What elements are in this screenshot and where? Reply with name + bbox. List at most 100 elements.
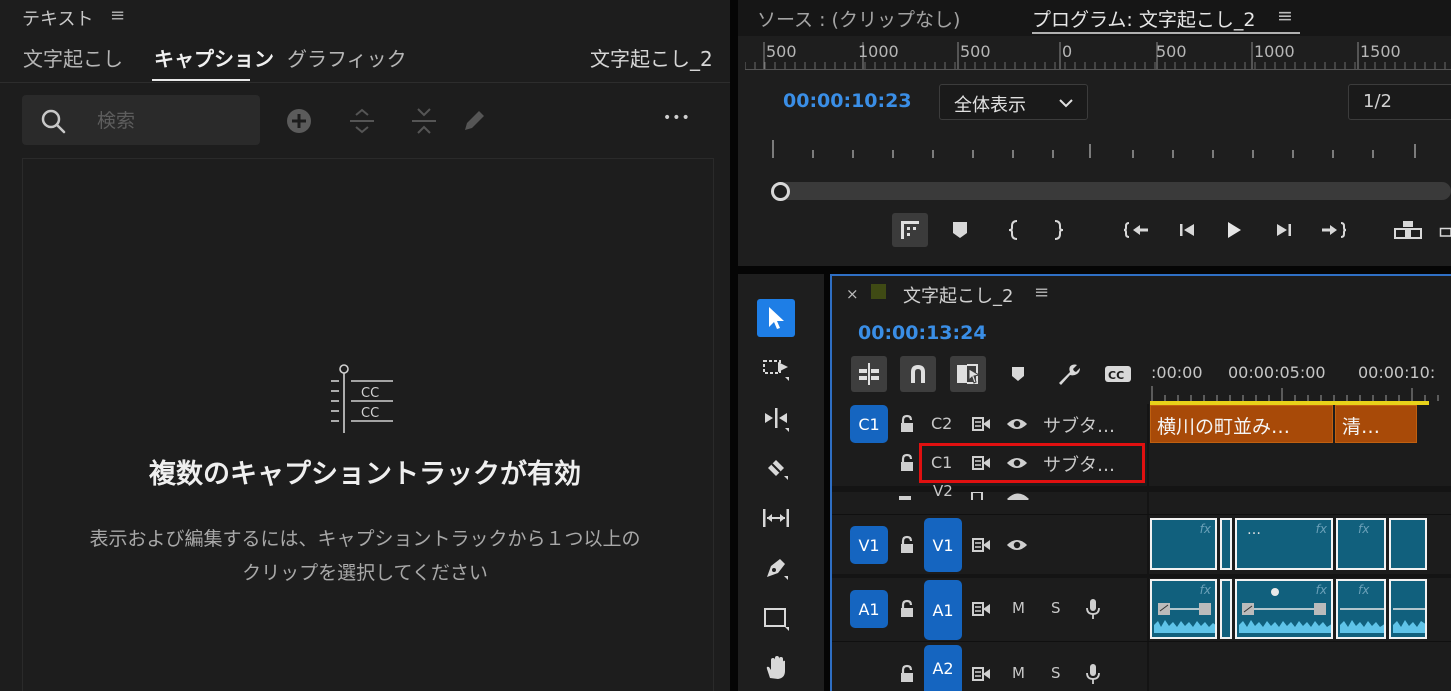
- zoom-level-select[interactable]: 全体表示: [939, 84, 1088, 120]
- mute-button[interactable]: M: [1012, 599, 1025, 617]
- eye-icon[interactable]: [1006, 492, 1030, 500]
- video-clip[interactable]: [1220, 518, 1232, 570]
- track-target-v1-button[interactable]: V1: [924, 518, 962, 572]
- playhead-handle[interactable]: [771, 182, 790, 201]
- audio-clip[interactable]: [1220, 579, 1232, 639]
- safe-margins-button[interactable]: [892, 213, 928, 247]
- sync-lock-icon[interactable]: [970, 492, 990, 500]
- step-forward-icon[interactable]: [1266, 213, 1302, 247]
- sync-lock-icon[interactable]: [970, 534, 992, 556]
- ruler-label: 1500: [1360, 42, 1401, 61]
- panel-divider-vertical[interactable]: [730, 0, 738, 691]
- monitor-scrub-bar[interactable]: [775, 182, 1451, 200]
- eye-icon[interactable]: [1006, 413, 1028, 435]
- tab-graphics[interactable]: グラフィック: [287, 43, 407, 72]
- solo-button[interactable]: S: [1051, 599, 1061, 617]
- sequence-tab-name[interactable]: 文字起こし_2: [903, 282, 1013, 308]
- video-clip[interactable]: [1389, 518, 1427, 570]
- timeline-ruler-ticks[interactable]: [1150, 386, 1451, 402]
- panel-divider-horizontal[interactable]: [738, 266, 1451, 274]
- add-marker-icon[interactable]: [942, 213, 978, 247]
- tab-transcript[interactable]: 文字起こし: [23, 43, 123, 72]
- track-label-v2: V2: [933, 482, 953, 496]
- overwrite-icon[interactable]: [1436, 213, 1451, 247]
- video-clip[interactable]: … fx: [1235, 518, 1333, 570]
- insert-icon[interactable]: [1390, 213, 1426, 247]
- pen-tool-icon[interactable]: [757, 549, 795, 587]
- merge-captions-icon[interactable]: [409, 104, 439, 138]
- mute-button[interactable]: M: [1012, 664, 1025, 682]
- caption-clip[interactable]: 清…: [1335, 405, 1417, 443]
- lock-icon[interactable]: [896, 663, 918, 685]
- tab-source[interactable]: ソース : (クリップなし): [757, 5, 960, 32]
- lock-icon[interactable]: [896, 413, 918, 435]
- monitor-menu-icon[interactable]: ≡: [1277, 5, 1293, 27]
- slip-tool-icon[interactable]: [757, 499, 795, 537]
- eye-icon[interactable]: [1006, 534, 1028, 556]
- search-input[interactable]: 検索: [22, 95, 260, 145]
- svg-text:CC: CC: [361, 406, 379, 421]
- microphone-icon[interactable]: [1082, 663, 1104, 685]
- monitor-ruler[interactable]: [745, 40, 1451, 70]
- go-to-in-icon[interactable]: [1118, 213, 1154, 247]
- sync-lock-icon[interactable]: [970, 598, 992, 620]
- track-header-divider: [1147, 404, 1149, 691]
- lock-icon[interactable]: [896, 492, 916, 500]
- linked-selection-icon[interactable]: [950, 356, 986, 392]
- rectangle-tool-icon[interactable]: [757, 599, 795, 637]
- pencil-icon[interactable]: [459, 104, 489, 138]
- audio-clip[interactable]: fx: [1336, 579, 1386, 639]
- program-timecode[interactable]: 00:00:10:23: [783, 90, 912, 112]
- audio-waveform: [1393, 608, 1425, 633]
- audio-clip[interactable]: fx: [1150, 579, 1217, 639]
- add-marker-timeline-icon[interactable]: [1000, 356, 1036, 392]
- sequence-menu-icon[interactable]: ≡: [1034, 282, 1049, 303]
- tab-program[interactable]: プログラム: 文字起こし_2: [1032, 5, 1255, 32]
- track-select-tool-icon[interactable]: [757, 349, 795, 387]
- step-back-icon[interactable]: [1169, 213, 1205, 247]
- track-target-a2-button[interactable]: A2: [924, 645, 962, 691]
- ripple-edit-tool-icon[interactable]: [757, 399, 795, 437]
- audio-clip[interactable]: [1389, 579, 1427, 639]
- video-audio-separator[interactable]: [832, 574, 1451, 578]
- play-icon[interactable]: [1216, 213, 1252, 247]
- caption-video-separator[interactable]: [832, 486, 1451, 492]
- lock-icon[interactable]: [896, 534, 918, 556]
- mark-out-icon[interactable]: [1040, 213, 1076, 247]
- lock-icon[interactable]: [896, 452, 918, 474]
- captions-toggle-icon[interactable]: CC: [1100, 356, 1136, 392]
- caption-target-c1-button[interactable]: C1: [850, 405, 888, 443]
- selection-tool-icon[interactable]: [757, 299, 795, 337]
- track-target-a1-button[interactable]: A1: [924, 580, 962, 640]
- audio-clip[interactable]: fx: [1235, 579, 1333, 639]
- lock-icon[interactable]: [896, 598, 918, 620]
- wrench-settings-icon[interactable]: [1050, 356, 1086, 392]
- split-caption-icon[interactable]: [347, 104, 377, 138]
- ruler-label: 1000: [858, 42, 899, 61]
- video-clip[interactable]: fx: [1336, 518, 1386, 570]
- add-caption-icon[interactable]: [284, 104, 314, 138]
- tab-captions[interactable]: キャプション: [154, 43, 274, 72]
- microphone-icon[interactable]: [1082, 598, 1104, 620]
- hand-tool-icon[interactable]: [757, 649, 795, 687]
- video-clip[interactable]: fx: [1150, 518, 1217, 570]
- text-panel-title: テキスト: [22, 9, 94, 30]
- close-sequence-icon[interactable]: ×: [846, 285, 859, 303]
- text-panel-menu-icon[interactable]: ≡: [110, 5, 125, 26]
- snap-icon[interactable]: [900, 356, 936, 392]
- razor-tool-icon[interactable]: [757, 449, 795, 487]
- mark-in-icon[interactable]: [996, 213, 1032, 247]
- insert-sequence-nest-icon[interactable]: [851, 356, 887, 392]
- ruler-time-label: 00:00:05:00: [1228, 363, 1326, 382]
- source-patch-v1-button[interactable]: V1: [850, 526, 888, 564]
- caption-clip[interactable]: 横川の町並み…: [1150, 405, 1333, 443]
- more-options-icon[interactable]: •••: [663, 110, 691, 126]
- solo-button[interactable]: S: [1051, 664, 1061, 682]
- sync-lock-icon[interactable]: [970, 413, 992, 435]
- audio-waveform: [1340, 608, 1384, 633]
- sync-lock-icon[interactable]: [970, 663, 992, 685]
- source-patch-a1-button[interactable]: A1: [850, 590, 888, 628]
- go-to-out-icon[interactable]: [1316, 213, 1352, 247]
- playback-resolution-select[interactable]: 1/2: [1348, 84, 1451, 120]
- timeline-timecode[interactable]: 00:00:13:24: [858, 322, 987, 344]
